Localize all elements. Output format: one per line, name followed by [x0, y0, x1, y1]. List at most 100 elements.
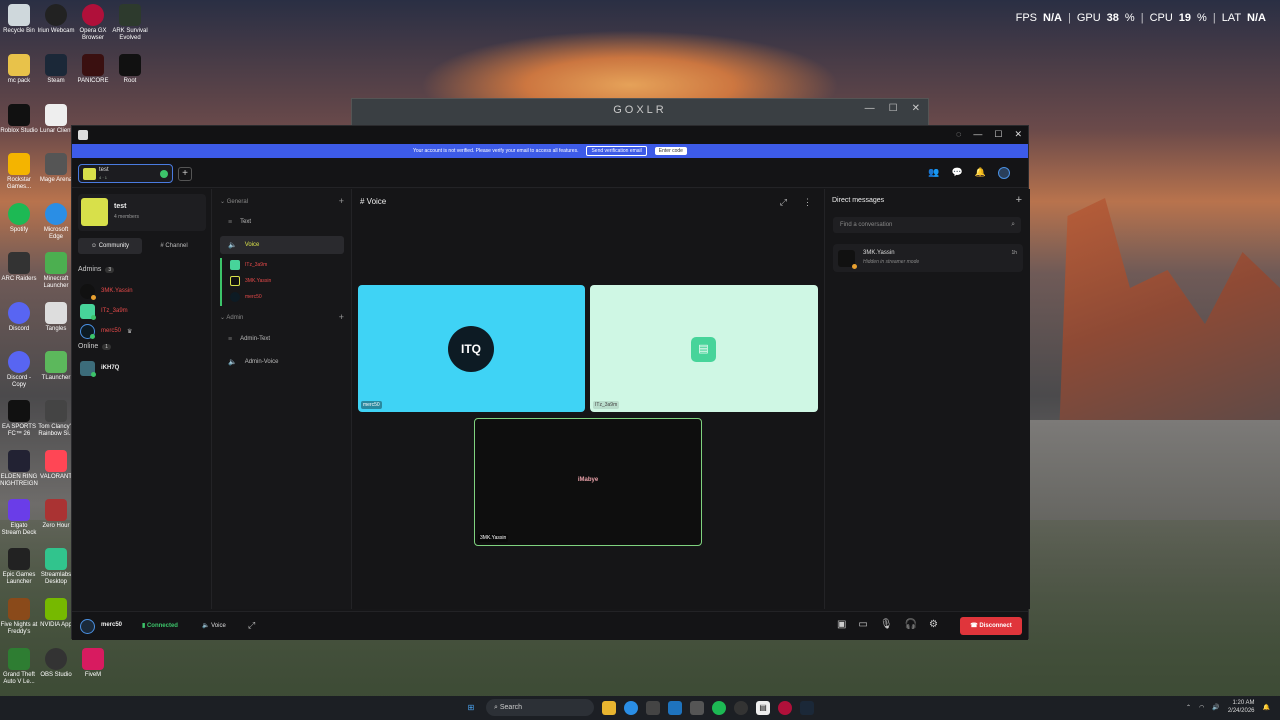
file-explorer-icon[interactable]	[602, 700, 616, 715]
user-avatar[interactable]	[80, 619, 95, 634]
channel-admin-voice[interactable]: 🔈 Admin-Voice	[220, 353, 344, 371]
category-general[interactable]: ⌄ General +	[220, 196, 344, 206]
minimize-icon[interactable]: —	[865, 103, 875, 114]
participant-tile[interactable]: iMabye 3MK.Yassin	[474, 418, 702, 546]
voice-member[interactable]: 3MK.Yassin	[230, 276, 271, 286]
desktop-icon[interactable]: ARC Raiders	[0, 252, 38, 283]
volume-icon[interactable]: 🔊	[1212, 704, 1219, 711]
desktop-icon[interactable]: Lunar Client	[37, 104, 75, 135]
desktop-icon[interactable]: FiveM	[74, 648, 112, 679]
taskbar-search[interactable]: ⌕ Search	[486, 699, 594, 716]
desktop-icon[interactable]: Minecraft Launcher	[37, 252, 75, 290]
desktop-icon[interactable]: Roblox Studio	[0, 104, 38, 135]
new-dm-button[interactable]: +	[1016, 194, 1022, 206]
popout-icon[interactable]: ⤢	[248, 620, 255, 631]
disconnect-button[interactable]: ☎ Disconnect	[960, 617, 1022, 635]
desktop-icon[interactable]: Microsoft Edge	[37, 203, 75, 241]
maximize-icon[interactable]: ☐	[994, 129, 1002, 140]
member-row[interactable]: ITz_3a9m	[80, 303, 128, 320]
chevron-up-icon[interactable]: ⌃	[1186, 704, 1191, 711]
server-chip[interactable]: test 4 · 1	[78, 164, 173, 183]
microphone-icon[interactable]: 🎙	[880, 619, 893, 630]
store-icon[interactable]	[646, 700, 660, 715]
desktop-icon[interactable]: NVIDIA App	[37, 598, 75, 629]
goxlr-window[interactable]: GOXLR — ☐ ✕	[351, 98, 929, 128]
desktop-icon[interactable]: PANICORE	[74, 54, 112, 85]
tab-channel[interactable]: # Channel	[142, 238, 206, 254]
tab-community[interactable]: ☺ Community	[78, 238, 142, 254]
dm-search-input[interactable]: Find a conversation ⌕	[833, 217, 1021, 233]
participant-tile[interactable]: ITQ merc50	[358, 285, 585, 412]
category-admin[interactable]: ⌄ Admin +	[220, 312, 344, 322]
desktop-icon[interactable]: Opera GX Browser	[74, 4, 112, 42]
participant-tile[interactable]: ▤ ITz_3a9m	[590, 285, 818, 412]
enter-code-button[interactable]: Enter code	[654, 147, 687, 155]
desktop-icon[interactable]: VALORANT	[37, 450, 75, 481]
desktop-icon[interactable]: Discord - Copy	[0, 351, 38, 389]
bell-icon[interactable]: 🔔	[975, 167, 986, 179]
desktop-icon[interactable]: ELDEN RING NIGHTREIGN	[0, 450, 38, 488]
desktop-icon[interactable]: Grand Theft Auto V Le...	[0, 648, 38, 686]
minimize-icon[interactable]: —	[973, 129, 982, 140]
xbox-icon[interactable]	[690, 700, 704, 715]
profile-avatar[interactable]	[998, 167, 1010, 179]
member-row[interactable]: merc50 ♛	[80, 323, 132, 339]
close-icon[interactable]: ✕	[912, 103, 920, 114]
more-icon[interactable]: ⋮	[803, 197, 812, 208]
voice-member[interactable]: ITz_3a9m	[230, 260, 267, 270]
mail-icon[interactable]	[668, 700, 682, 715]
desktop-icon[interactable]: Mage Arena	[37, 153, 75, 184]
add-channel-button[interactable]: +	[339, 312, 344, 322]
server-card[interactable]: test 4 members	[78, 194, 206, 231]
clock[interactable]: 1:20 AM 2/24/2026	[1228, 699, 1255, 715]
desktop-icon[interactable]: Iriun Webcam	[37, 4, 75, 35]
current-voice-channel[interactable]: 🔈 Voice	[202, 622, 226, 629]
send-verification-button[interactable]: Send verification email	[586, 146, 647, 156]
popout-icon[interactable]: ⤢	[780, 197, 787, 208]
desktop-icon[interactable]: Recycle Bin	[0, 4, 38, 35]
member-row[interactable]: iKH7Q	[80, 360, 119, 377]
settings-icon[interactable]: ⚙	[929, 619, 938, 630]
desktop-icon[interactable]: EA SPORTS FC™ 26	[0, 400, 38, 438]
headphones-icon[interactable]: 🎧	[905, 619, 917, 630]
desktop-icon[interactable]: Five Nights at Freddy's	[0, 598, 38, 636]
add-server-button[interactable]: +	[178, 167, 192, 181]
windows-start-icon[interactable]: ⊞	[464, 701, 478, 715]
add-channel-button[interactable]: +	[339, 196, 344, 206]
spotify-icon[interactable]	[712, 700, 726, 715]
desktop-icon[interactable]: Tangles	[37, 302, 75, 333]
desktop-icon[interactable]: Steam	[37, 54, 75, 85]
opera-gx-icon[interactable]	[778, 700, 792, 715]
desktop-icon[interactable]: TLauncher	[37, 351, 75, 382]
desktop-icon[interactable]: ARK Survival Evolved	[111, 4, 149, 42]
notification-icon[interactable]: 🔔	[1263, 704, 1270, 711]
desktop-icon[interactable]: Root	[111, 54, 149, 85]
channel-admin-text[interactable]: ≡ Admin-Text	[220, 330, 344, 348]
desktop-icon[interactable]: OBS Studio	[37, 648, 75, 679]
friends-icon[interactable]: 👥	[928, 167, 939, 179]
chat-app-icon[interactable]: ▤	[756, 700, 770, 715]
close-icon[interactable]: ✕	[1014, 129, 1022, 140]
messages-icon[interactable]: 💬	[952, 167, 963, 179]
steam-icon[interactable]	[800, 700, 814, 715]
screen-share-icon[interactable]: ▣	[837, 619, 846, 630]
desktop-icon[interactable]: Streamlabs Desktop	[37, 548, 75, 586]
desktop-icon[interactable]: mc pack	[0, 54, 38, 85]
feedback-icon[interactable]: ◌	[956, 129, 961, 140]
desktop-icon[interactable]: Zero Hour	[37, 499, 75, 530]
obs-icon[interactable]	[734, 700, 748, 715]
wifi-icon[interactable]: ◠	[1199, 704, 1204, 711]
desktop-icon[interactable]: Tom Clancy's Rainbow Si...	[37, 400, 75, 438]
member-row[interactable]: 3MK.Yassin	[80, 283, 133, 300]
camera-icon[interactable]: ▭	[858, 619, 867, 630]
channel-text[interactable]: ≡ Text	[220, 213, 344, 231]
channel-voice[interactable]: 🔈 Voice	[220, 236, 344, 254]
desktop-icon[interactable]: Discord	[0, 302, 38, 333]
desktop-icon[interactable]: Elgato Stream Deck	[0, 499, 38, 537]
desktop-icon[interactable]: Rockstar Games...	[0, 153, 38, 191]
desktop-icon[interactable]: Spotify	[0, 203, 38, 234]
voice-member[interactable]: merc50	[230, 292, 262, 302]
dm-conversation[interactable]: 3MK.Yassin Hidden in streamer mode 1h	[833, 244, 1023, 272]
maximize-icon[interactable]: ☐	[889, 103, 898, 114]
desktop-icon[interactable]: Epic Games Launcher	[0, 548, 38, 586]
